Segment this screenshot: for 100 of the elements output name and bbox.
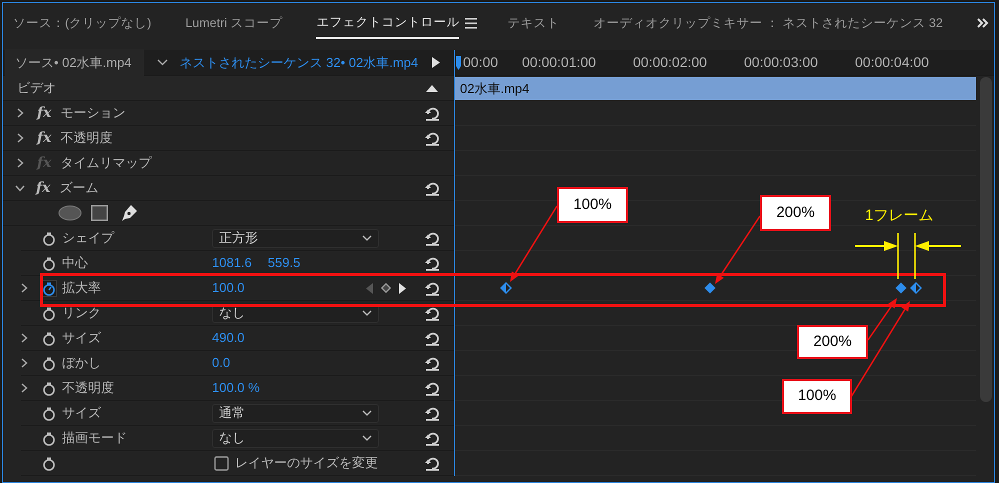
chevron-icon bbox=[362, 435, 372, 441]
dropdown-value: なし bbox=[219, 429, 245, 448]
reset-icon[interactable] bbox=[424, 230, 440, 246]
reset-icon[interactable] bbox=[424, 380, 440, 396]
expand-chevron-icon[interactable] bbox=[21, 383, 28, 393]
reset-icon[interactable] bbox=[424, 106, 440, 120]
collapse-chevron-icon[interactable] bbox=[15, 184, 25, 192]
effect-name: モーション bbox=[60, 104, 126, 122]
add-keyframe-icon[interactable] bbox=[381, 283, 391, 293]
panel-tab[interactable]: ソース：(クリップなし) bbox=[13, 8, 152, 38]
property-name: ぼかし bbox=[62, 354, 101, 372]
frame-length-label: 1フレーム bbox=[865, 206, 934, 226]
fx-badge[interactable]: fx bbox=[36, 178, 50, 198]
property-value[interactable]: 559.5 bbox=[268, 253, 300, 273]
reset-icon[interactable] bbox=[424, 280, 440, 296]
play-icon[interactable] bbox=[432, 57, 440, 68]
reset-icon[interactable] bbox=[424, 306, 440, 320]
section-label: ビデオ bbox=[17, 79, 56, 98]
reset-icon[interactable] bbox=[424, 130, 440, 146]
dropdown[interactable]: 正方形 bbox=[212, 228, 379, 248]
reset-icon[interactable] bbox=[424, 406, 440, 420]
panel-tab[interactable]: Lumetri スコープ bbox=[185, 8, 282, 38]
reset-icon[interactable] bbox=[424, 180, 440, 196]
chevron-icon bbox=[362, 235, 372, 241]
reset-icon[interactable] bbox=[424, 456, 440, 470]
collapse-triangle-icon[interactable] bbox=[426, 84, 438, 92]
dropdown-chevron-icon[interactable] bbox=[156, 59, 168, 66]
stopwatch-icon[interactable] bbox=[41, 354, 57, 372]
source-clip-label: ソース• 02水車.mp4 bbox=[5, 48, 144, 76]
dropdown-value: 通常 bbox=[219, 404, 245, 422]
expand-chevron-icon[interactable] bbox=[17, 108, 24, 118]
expand-chevron-icon[interactable] bbox=[17, 133, 24, 143]
panel-tab[interactable]: オーディオクリップミキサー ： ネストされたシーケンス 32 bbox=[593, 8, 943, 38]
chevron-icon bbox=[362, 310, 372, 316]
clip-bar[interactable]: 02水車.mp4 bbox=[455, 77, 976, 100]
callout-label: 200% bbox=[760, 195, 831, 231]
callout-label: 100% bbox=[782, 379, 852, 414]
checkbox[interactable] bbox=[214, 456, 229, 470]
fx-badge[interactable]: fx bbox=[37, 128, 52, 148]
property-name: リンク bbox=[62, 304, 101, 322]
stopwatch-icon[interactable] bbox=[41, 304, 57, 322]
property-name: 描画モード bbox=[62, 429, 127, 448]
stopwatch-icon[interactable] bbox=[41, 380, 57, 396]
expand-chevron-icon[interactable] bbox=[21, 283, 28, 293]
property-value[interactable]: 0.0 bbox=[212, 353, 230, 373]
keyframe-icon[interactable] bbox=[895, 282, 907, 294]
expand-chevron-icon[interactable] bbox=[21, 358, 28, 368]
stopwatch-icon[interactable] bbox=[41, 454, 57, 472]
panel-tab[interactable]: テキスト bbox=[507, 8, 560, 38]
property-value[interactable]: 100.0 % bbox=[212, 378, 260, 398]
property-name: サイズ bbox=[62, 404, 101, 422]
expand-chevron-icon[interactable] bbox=[21, 333, 28, 343]
stopwatch-icon[interactable] bbox=[41, 254, 57, 272]
stopwatch-icon[interactable] bbox=[41, 330, 57, 346]
expand-chevron-icon[interactable] bbox=[17, 158, 24, 168]
timecode-label: 00:00:04:00 bbox=[855, 53, 930, 72]
pen-icon[interactable] bbox=[121, 204, 138, 222]
sequence-clip-label[interactable]: ネストされたシーケンス 32• 02水車.mp4 bbox=[180, 52, 418, 72]
reset-icon[interactable] bbox=[424, 330, 440, 346]
reset-icon[interactable] bbox=[424, 430, 440, 446]
reset-icon[interactable] bbox=[424, 356, 440, 370]
stopwatch-icon[interactable] bbox=[41, 404, 57, 422]
rectangle-mask-icon[interactable] bbox=[91, 205, 108, 221]
property-value[interactable]: 1081.6 bbox=[212, 253, 252, 273]
property-name: サイズ bbox=[62, 329, 101, 348]
property-name: シェイプ bbox=[62, 229, 114, 248]
effect-name: タイムリマップ bbox=[60, 154, 152, 172]
timecode-label: 00:00:02:00 bbox=[633, 53, 708, 72]
effect-name: 不透明度 bbox=[60, 129, 112, 148]
playhead-icon[interactable] bbox=[456, 56, 461, 70]
fx-badge[interactable]: fx bbox=[37, 102, 52, 124]
keyframe-icon[interactable] bbox=[704, 282, 716, 294]
keyframe-icon[interactable] bbox=[500, 282, 512, 294]
property-value[interactable]: 100.0 bbox=[212, 278, 245, 298]
overflow-icon[interactable] bbox=[976, 18, 989, 28]
scrollbar[interactable] bbox=[980, 77, 992, 402]
dropdown-value: なし bbox=[219, 304, 245, 322]
panel-tab[interactable]: エフェクトコントロール bbox=[316, 6, 460, 40]
timecode-label: 00:00 bbox=[462, 53, 500, 72]
keyframe-icon[interactable] bbox=[910, 282, 922, 294]
effect-name: ズーム bbox=[59, 179, 98, 198]
ellipse-mask-icon[interactable] bbox=[58, 205, 82, 221]
next-keyframe-icon[interactable] bbox=[399, 282, 406, 294]
timecode-label: 00:00:03:00 bbox=[744, 53, 819, 72]
arrow bbox=[715, 216, 761, 284]
property-name: 拡大率 bbox=[62, 279, 101, 298]
stopwatch-icon[interactable] bbox=[41, 230, 57, 246]
callout-label: 100% bbox=[557, 187, 628, 223]
property-name: 中心 bbox=[62, 254, 88, 272]
callout-label: 200% bbox=[797, 325, 868, 359]
menu-icon[interactable] bbox=[465, 18, 478, 28]
property-value[interactable]: 490.0 bbox=[212, 328, 245, 348]
property-name: 不透明度 bbox=[62, 379, 114, 398]
dropdown[interactable]: なし bbox=[212, 428, 379, 448]
chevron-icon bbox=[362, 410, 372, 416]
checkbox-label: レイヤーのサイズを変更 bbox=[235, 454, 378, 472]
reset-icon[interactable] bbox=[424, 256, 440, 270]
dropdown[interactable]: 通常 bbox=[212, 404, 379, 422]
timecode-label: 00:00:01:00 bbox=[522, 53, 597, 72]
stopwatch-icon[interactable] bbox=[41, 430, 57, 446]
